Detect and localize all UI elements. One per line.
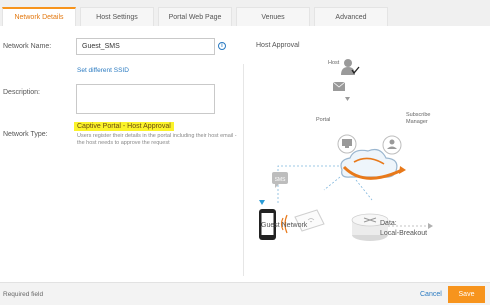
footer-bar: Required field Cancel Save — [0, 282, 490, 305]
host-label: Host — [328, 60, 340, 66]
network-name-input[interactable]: Guest_SMS — [76, 38, 215, 55]
diagram-title: Host Approval — [256, 42, 300, 49]
required-field-note: Required field — [3, 291, 44, 298]
data-value: Local-Breakout — [380, 230, 428, 237]
tab-network-details[interactable]: Network Details — [2, 7, 76, 26]
down-arrow-icon — [345, 97, 350, 101]
svg-text:SMS: SMS — [275, 177, 287, 183]
network-type-label: Network Type: — [3, 131, 48, 138]
info-icon[interactable]: i — [218, 42, 226, 50]
description-textarea[interactable] — [76, 84, 215, 114]
network-type-value: Captive Portal - Host Approval — [74, 122, 174, 131]
guest-network-label: Guest Network — [261, 222, 308, 229]
subscribe-manager-icon — [382, 135, 402, 155]
tab-portal-web-page[interactable]: Portal Web Page — [158, 7, 232, 26]
save-button[interactable]: Save — [448, 286, 485, 303]
cancel-button[interactable]: Cancel — [420, 291, 442, 298]
network-name-label: Network Name: — [3, 43, 52, 50]
network-details-panel: Network Name: Guest_SMS i Set different … — [0, 26, 490, 282]
set-different-ssid-link[interactable]: Set different SSID — [77, 67, 129, 74]
portal-label: Portal — [316, 117, 331, 123]
tab-venues[interactable]: Venues — [236, 7, 310, 26]
host-user-icon — [341, 59, 360, 75]
description-label: Description: — [3, 89, 40, 96]
subscribe-manager-label: Subscribe Manager — [406, 112, 431, 125]
tab-host-settings[interactable]: Host Settings — [80, 7, 154, 26]
email-icon — [332, 81, 346, 91]
host-approval-diagram: SMS — [259, 59, 433, 241]
tab-bar: Network Details Host Settings Portal Web… — [0, 0, 490, 26]
cloud-icon — [340, 148, 406, 180]
portal-icon — [337, 134, 357, 154]
data-label: Data: — [380, 220, 397, 227]
tab-advanced[interactable]: Advanced — [314, 7, 388, 26]
sms-arrow-icon — [259, 200, 265, 205]
breakout-arrow-icon — [428, 223, 433, 229]
network-type-description: Users register their details in the port… — [77, 133, 237, 146]
